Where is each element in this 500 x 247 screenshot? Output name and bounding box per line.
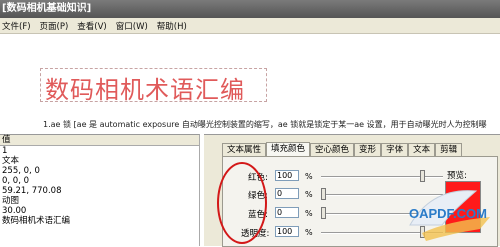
- property-value[interactable]: 文本: [0, 156, 199, 166]
- blue-input[interactable]: 0: [275, 207, 299, 218]
- preview-label: 预览:: [447, 171, 467, 181]
- menu-file[interactable]: 文件(F): [2, 20, 31, 32]
- window-title: [数码相机基础知识]: [0, 0, 500, 18]
- menu-help[interactable]: 帮助(H): [157, 20, 187, 32]
- opacity-input[interactable]: 100: [275, 226, 299, 237]
- tab-fill-color[interactable]: 填充颜色: [266, 142, 311, 156]
- opacity-unit: %: [305, 228, 313, 237]
- green-unit: %: [305, 190, 313, 199]
- annotation-circle: [217, 162, 267, 244]
- property-value[interactable]: 30.00: [0, 206, 199, 216]
- menu-window[interactable]: 窗口(W): [116, 20, 148, 32]
- properties-panel: 值 1 文本 255, 0, 0 0, 0, 0 59.21, 770.08 动…: [0, 134, 200, 246]
- tab-hollow-color[interactable]: 空心颜色: [310, 143, 355, 156]
- red-input[interactable]: 100: [275, 170, 299, 181]
- watermark-text: OAPDF.COM: [409, 206, 487, 221]
- menu-view[interactable]: 查看(V): [77, 20, 106, 32]
- tab-text-properties[interactable]: 文本属性: [222, 143, 267, 156]
- property-value[interactable]: 数码相机术语汇编: [0, 216, 199, 226]
- property-value[interactable]: 1: [0, 146, 199, 156]
- blue-unit: %: [305, 209, 313, 218]
- selected-text-object[interactable]: 数码相机术语汇编: [40, 68, 267, 104]
- tab-text[interactable]: 文本: [408, 143, 436, 156]
- property-value[interactable]: 255, 0, 0: [0, 166, 199, 176]
- properties-header: 值: [0, 135, 199, 146]
- property-value[interactable]: 0, 0, 0: [0, 176, 199, 186]
- document-paragraph: 1.ae 锁 [ae 是 automatic exposure 自动曝光控制装置…: [43, 120, 487, 129]
- blue-slider-thumb[interactable]: [321, 207, 326, 219]
- green-slider-thumb[interactable]: [321, 188, 326, 200]
- property-value[interactable]: 动图: [0, 196, 199, 206]
- menu-bar: 文件(F) 页面(P) 查看(V) 窗口(W) 帮助(H): [0, 18, 500, 34]
- property-value[interactable]: 59.21, 770.08: [0, 186, 199, 196]
- tab-font[interactable]: 字体: [381, 143, 409, 156]
- tab-clip[interactable]: 剪辑: [435, 143, 463, 156]
- red-unit: %: [305, 172, 313, 181]
- tab-bar: 文本属性 填充颜色 空心颜色 变形 字体 文本 剪辑: [222, 142, 463, 156]
- menu-page[interactable]: 页面(P): [40, 20, 69, 32]
- green-input[interactable]: 0: [275, 188, 299, 199]
- tab-transform[interactable]: 变形: [354, 143, 382, 156]
- document-heading: 数码相机术语汇编: [45, 76, 245, 104]
